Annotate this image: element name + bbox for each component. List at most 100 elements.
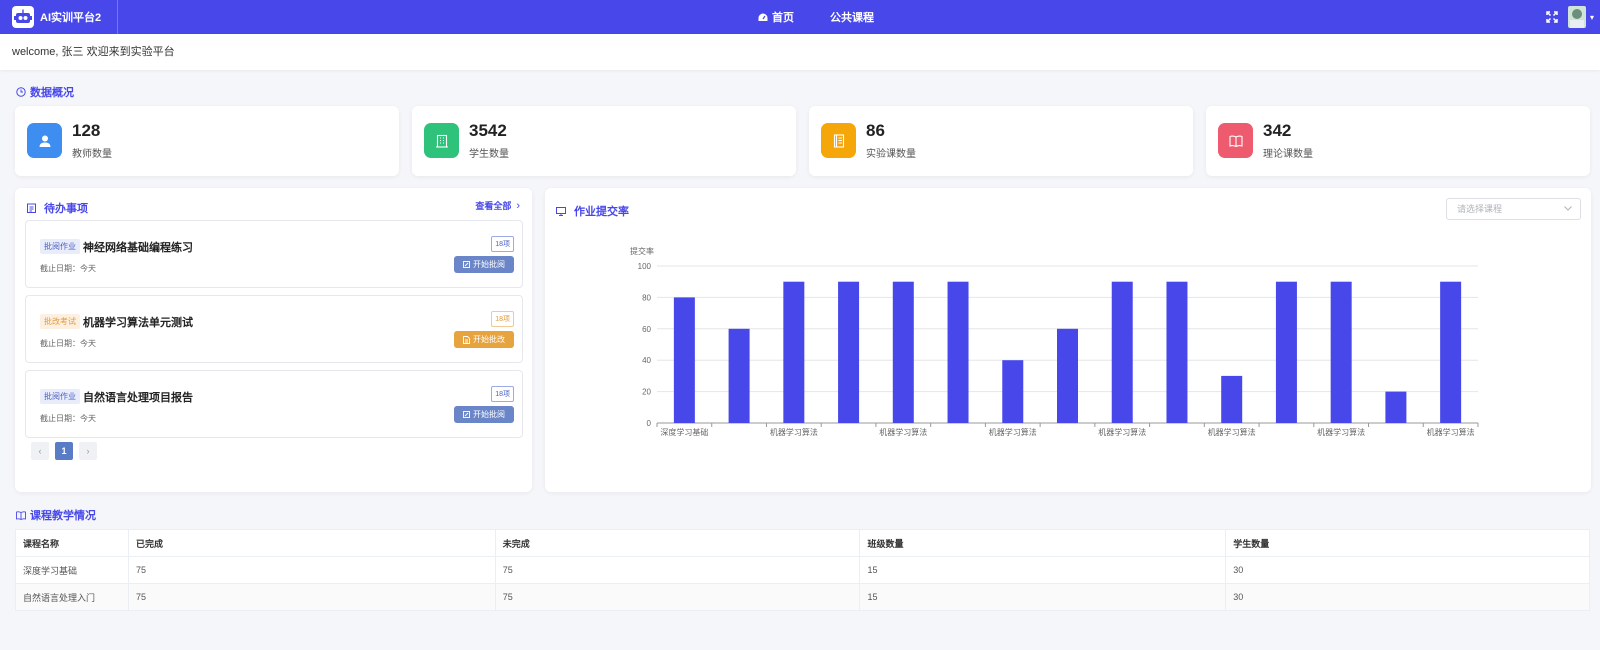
table-cell: 15 xyxy=(859,583,1227,611)
x-tick-label: 机器学习算法 xyxy=(1098,427,1146,437)
x-tick-label: 机器学习算法 xyxy=(1427,427,1475,437)
start-review-button[interactable]: 开始批阅 xyxy=(454,256,514,273)
table-cell: 75 xyxy=(127,556,496,584)
bar xyxy=(673,297,695,423)
bar xyxy=(892,281,914,423)
y-tick-label: 20 xyxy=(642,388,651,397)
document-icon xyxy=(463,335,470,344)
todo-count-badge: 18项 xyxy=(491,311,514,327)
table-cell: 30 xyxy=(1225,556,1590,584)
page-number-button[interactable]: 1 xyxy=(55,442,73,460)
todo-item-title: 机器学习算法单元测试 xyxy=(83,317,193,329)
stat-label: 实验课数量 xyxy=(866,149,916,160)
next-page-button[interactable]: › xyxy=(79,442,97,460)
book-open-icon xyxy=(16,510,26,520)
y-tick-label: 100 xyxy=(638,262,652,271)
todo-item[interactable]: 批阅作业 神经网络基础编程练习 截止日期：今天 18项 开始批阅 xyxy=(25,220,523,288)
todo-deadline: 截止日期：今天 xyxy=(40,414,96,423)
todo-count-badge: 18项 xyxy=(491,386,514,402)
column-header: 已完成 xyxy=(127,529,496,557)
bar xyxy=(1057,328,1078,423)
table-cell: 15 xyxy=(859,556,1227,584)
chevron-down-icon[interactable]: ▾ xyxy=(1590,13,1594,22)
stat-card-theory-courses: 342 理论课数量 xyxy=(1206,106,1590,176)
table-cell: 30 xyxy=(1225,583,1590,611)
x-tick-label: 机器学习算法 xyxy=(770,427,818,437)
building-icon xyxy=(424,123,459,158)
todo-item-title: 自然语言处理项目报告 xyxy=(83,392,193,404)
book-icon xyxy=(1218,123,1253,158)
y-tick-label: 40 xyxy=(642,356,651,365)
todo-item-title: 神经网络基础编程练习 xyxy=(83,242,193,254)
column-header: 课程名称 xyxy=(15,529,129,557)
avatar[interactable] xyxy=(1567,6,1586,28)
logo[interactable]: AI实训平台2 xyxy=(0,0,118,34)
bar xyxy=(783,281,805,423)
todo-panel: 待办事项 查看全部 › 批阅作业 神经网络基础编程练习 截止日期：今天 18项 … xyxy=(15,188,532,492)
clock-icon xyxy=(16,87,26,97)
stat-value: 3542 xyxy=(469,121,507,140)
x-tick-label: 机器学习算法 xyxy=(1317,427,1365,437)
view-all-link[interactable]: 查看全部 › xyxy=(475,199,520,212)
notebook-icon xyxy=(821,123,856,158)
stat-label: 学生数量 xyxy=(469,149,509,160)
top-header: AI实训平台2 首页 公共课程 ▾ xyxy=(0,0,1600,34)
stat-value: 128 xyxy=(72,121,101,140)
course-select-placeholder: 请选择课程 xyxy=(1457,204,1503,214)
table-cell: 深度学习基础 xyxy=(15,556,129,584)
x-tick-label: 深度学习基础 xyxy=(660,427,708,437)
column-header: 学生数量 xyxy=(1225,529,1590,557)
todo-deadline: 截止日期：今天 xyxy=(40,264,96,273)
app-title: AI实训平台2 xyxy=(40,12,102,24)
fullscreen-icon[interactable] xyxy=(1546,11,1558,23)
robot-logo-icon xyxy=(12,6,34,28)
monitor-icon xyxy=(556,206,566,216)
x-tick-label: 机器学习算法 xyxy=(879,427,927,437)
todo-deadline: 截止日期：今天 xyxy=(40,339,96,348)
bar xyxy=(1002,360,1024,423)
table-row: 深度学习基础 75 75 15 30 xyxy=(15,556,1590,584)
bar xyxy=(1440,281,1462,423)
submission-panel: 作业提交率 请选择课程 提交率 0 20 40 60 80 100 深度学习基础 机器学习算法 机… xyxy=(545,188,1591,492)
stat-card-teachers: 128 教师数量 xyxy=(15,106,399,176)
y-tick-label: 60 xyxy=(642,325,651,334)
bar xyxy=(1275,281,1297,423)
nav-public-courses-label: 公共课程 xyxy=(830,12,874,24)
courses-title: 课程教学情况 xyxy=(16,507,96,523)
edit-icon xyxy=(463,261,470,268)
nav-public-courses[interactable]: 公共课程 xyxy=(830,9,874,25)
table-cell: 75 xyxy=(494,556,861,584)
submission-title: 作业提交率 xyxy=(556,203,629,219)
chevron-down-icon xyxy=(1564,206,1572,211)
bar xyxy=(728,328,750,423)
welcome-text: welcome, 张三 欢迎来到实验平台 xyxy=(12,46,175,58)
todo-title: 待办事项 xyxy=(27,200,88,216)
todo-count-badge: 18项 xyxy=(491,236,514,252)
course-select[interactable]: 请选择课程 xyxy=(1446,198,1581,220)
courses-table: 课程名称 已完成 未完成 班级数量 学生数量 深度学习基础 75 75 15 3… xyxy=(15,529,1590,611)
nav-home-label: 首页 xyxy=(772,12,794,24)
nav-home[interactable]: 首页 xyxy=(758,9,794,25)
bar xyxy=(1330,281,1352,423)
todo-tag: 批阅作业 xyxy=(40,239,80,254)
y-tick-label: 0 xyxy=(647,419,652,428)
dashboard-icon xyxy=(758,13,768,21)
user-icon xyxy=(27,123,62,158)
start-grading-button[interactable]: 开始批改 xyxy=(454,331,514,348)
table-cell: 75 xyxy=(127,583,496,611)
todo-item[interactable]: 批改考试 机器学习算法单元测试 截止日期：今天 18项 开始批改 xyxy=(25,295,523,363)
header-actions: ▾ xyxy=(1546,0,1594,34)
bar xyxy=(838,281,860,423)
edit-icon xyxy=(463,411,470,418)
bar xyxy=(1221,375,1243,423)
pagination: ‹ 1 › xyxy=(31,442,103,460)
prev-page-button[interactable]: ‹ xyxy=(31,442,49,460)
start-review-button[interactable]: 开始批阅 xyxy=(454,406,514,423)
stat-label: 教师数量 xyxy=(72,149,112,160)
submission-bar-chart: 提交率 0 20 40 60 80 100 深度学习基础 机器学习算法 机器学习算法 机器学习算法 机… xyxy=(630,246,1479,437)
y-tick-label: 80 xyxy=(642,293,651,302)
stat-value: 342 xyxy=(1263,121,1292,140)
todo-tag: 批阅作业 xyxy=(40,389,80,404)
todo-item[interactable]: 批阅作业 自然语言处理项目报告 截止日期：今天 18项 开始批阅 xyxy=(25,370,523,438)
table-cell: 75 xyxy=(494,583,861,611)
